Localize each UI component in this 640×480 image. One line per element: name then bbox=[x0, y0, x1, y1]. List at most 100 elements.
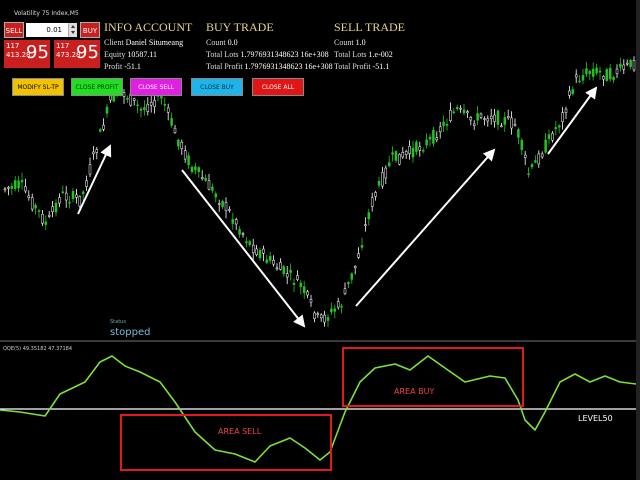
candle-body bbox=[47, 214, 51, 217]
equity-label: Equity bbox=[104, 50, 126, 59]
candle-body bbox=[554, 127, 558, 130]
candle-body bbox=[557, 125, 561, 128]
candle-body bbox=[527, 173, 530, 175]
buy-lots-label: Total Lots bbox=[206, 50, 239, 59]
candle-body bbox=[585, 68, 588, 75]
candle-body bbox=[622, 64, 626, 70]
close-profit-button[interactable]: CLOSE PROFIT bbox=[71, 78, 123, 96]
candle-body bbox=[37, 210, 41, 212]
sell-count-label: Count bbox=[334, 38, 354, 47]
candle-body bbox=[153, 100, 156, 107]
candle-body bbox=[421, 149, 425, 152]
candle-body bbox=[500, 125, 503, 128]
buy-button[interactable]: BUY bbox=[80, 22, 100, 38]
candle-body bbox=[30, 197, 34, 210]
candle-body bbox=[316, 313, 320, 315]
candle-body bbox=[187, 155, 190, 166]
candle-body bbox=[432, 129, 435, 144]
candle-body bbox=[166, 107, 170, 113]
candle-body bbox=[330, 308, 333, 313]
candle-body bbox=[476, 113, 479, 121]
client-name: Daniel Situmeang bbox=[125, 38, 184, 47]
candle-body bbox=[139, 108, 143, 111]
candle-body bbox=[217, 203, 221, 205]
candle-body bbox=[78, 196, 82, 207]
candle-body bbox=[214, 193, 218, 198]
ask-price-tile[interactable]: 117 473.28 95 bbox=[54, 40, 100, 68]
candle-body bbox=[391, 152, 394, 155]
lot-size-input[interactable]: 0.01 bbox=[26, 23, 74, 37]
terminal-window: Volatility 75 Index,M5 SELL 0.01 BUY 117… bbox=[0, 0, 640, 480]
candle-body bbox=[578, 80, 581, 83]
candle-body bbox=[574, 74, 578, 78]
candle-body bbox=[615, 68, 619, 74]
equity-row: Equity 10587.11 bbox=[104, 49, 192, 61]
info-account-title: INFO ACCOUNT bbox=[104, 20, 193, 34]
candle-body bbox=[251, 244, 255, 253]
candle-body bbox=[44, 221, 48, 225]
candle-body bbox=[228, 209, 231, 211]
candle-body bbox=[41, 214, 44, 224]
profit-value: -51.1 bbox=[124, 62, 141, 71]
candle-body bbox=[435, 137, 439, 141]
candle-body bbox=[282, 266, 286, 275]
candle-body bbox=[183, 150, 187, 160]
close-all-button[interactable]: CLOSE ALL bbox=[252, 78, 304, 96]
sell-count-value: 1.0 bbox=[355, 38, 366, 47]
candle-body bbox=[489, 115, 493, 119]
profit-row: Profit -51.1 bbox=[104, 61, 192, 73]
lot-stepper[interactable] bbox=[68, 23, 77, 37]
status-label: Status bbox=[110, 319, 126, 325]
candle-body bbox=[425, 139, 428, 146]
indicator-title: QQE(5) 49.35182 47.37184 bbox=[3, 346, 73, 352]
candle-body bbox=[428, 136, 432, 140]
candle-body bbox=[143, 107, 146, 110]
candle-body bbox=[98, 129, 102, 132]
candle-body bbox=[302, 286, 306, 294]
candle-body bbox=[10, 185, 14, 189]
candle-body bbox=[180, 141, 184, 150]
candle-body bbox=[568, 90, 571, 96]
candle-body bbox=[238, 229, 241, 235]
candle-body bbox=[265, 259, 269, 263]
candle-body bbox=[3, 188, 7, 191]
buy-lots-row: Total Lots 1.7976931348623 16e+308 bbox=[206, 49, 333, 61]
candle-body bbox=[275, 267, 279, 270]
candle-body bbox=[452, 111, 456, 114]
candle-body bbox=[177, 139, 180, 147]
candle-body bbox=[544, 139, 547, 153]
bid-price-tile[interactable]: 117 413.28 95 bbox=[4, 40, 50, 68]
candle-body bbox=[231, 219, 235, 224]
candle-body bbox=[292, 283, 296, 285]
candle-body bbox=[268, 255, 272, 261]
candle-body bbox=[404, 151, 408, 155]
candle-body bbox=[517, 129, 520, 138]
candle-body bbox=[88, 164, 92, 175]
client-label: Client bbox=[104, 38, 124, 47]
sell-trade-panel: SELL TRADE Count 1.0 Total Lots 1.e-002 … bbox=[334, 20, 405, 73]
candle-body bbox=[588, 71, 592, 74]
close-sell-button[interactable]: CLOSE SELL bbox=[130, 78, 182, 96]
candle-body bbox=[479, 113, 483, 118]
area-sell-box bbox=[120, 414, 332, 471]
sell-profit-value: -51.1 bbox=[372, 62, 390, 71]
candle-body bbox=[85, 180, 88, 187]
buy-lots-value: 1.7976931348623 16e+308 bbox=[240, 50, 329, 59]
candle-body bbox=[466, 111, 469, 114]
candle-body bbox=[370, 197, 374, 207]
candle-body bbox=[503, 117, 507, 125]
trend-arrow-down bbox=[181, 169, 306, 328]
trend-arrow-up-2 bbox=[355, 148, 496, 307]
sell-button[interactable]: SELL bbox=[4, 22, 24, 38]
candle-body bbox=[163, 104, 167, 106]
candle-body bbox=[353, 266, 357, 269]
close-buy-button[interactable]: CLOSE BUY bbox=[191, 78, 243, 96]
candle-body bbox=[581, 75, 585, 81]
candle-body bbox=[357, 253, 360, 258]
ask-price-big: 95 bbox=[76, 42, 99, 63]
modify-sl-tp-button[interactable]: MODIFY SL-TP bbox=[12, 78, 64, 96]
candle-body bbox=[523, 154, 527, 158]
candle-body bbox=[364, 224, 367, 227]
candle-body bbox=[7, 187, 10, 189]
candle-body bbox=[51, 206, 54, 213]
